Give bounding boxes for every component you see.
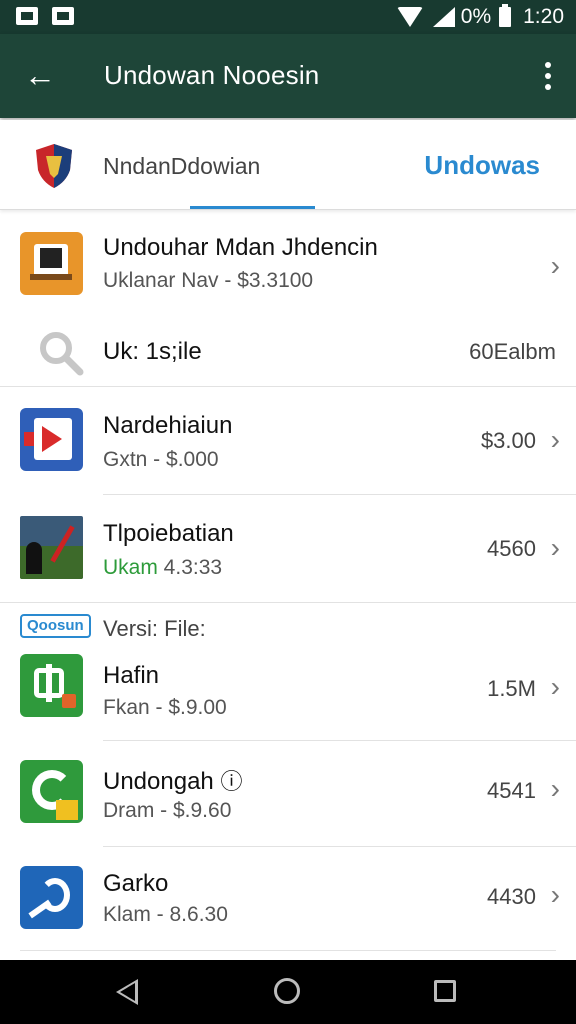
item-title: Tlpoiebatian (103, 520, 234, 547)
list-item[interactable]: Garko Klam - 8.6.30 4430 › (0, 848, 576, 952)
landscape-photo-icon (20, 516, 83, 579)
tab-bar: NndanDdowian Undowas (0, 120, 576, 210)
video-app-icon (20, 408, 83, 471)
nav-back-icon[interactable] (116, 979, 138, 1005)
item-title: Garko (103, 870, 169, 897)
download-notification-icon (52, 7, 74, 25)
item-value: 1.5M (487, 676, 536, 701)
item-value: 4541 (487, 778, 536, 803)
chevron-right-icon: › (550, 532, 560, 563)
item-subtitle: Dram - $.9.60 (103, 799, 232, 822)
item-title-text: Undongah (103, 768, 214, 795)
tablet-app-icon (20, 232, 83, 295)
section-badge: Qoosun (20, 614, 91, 638)
search-value: 60Ealbm (469, 339, 556, 364)
nav-recents-icon[interactable] (434, 980, 456, 1002)
chevron-right-icon: › (550, 671, 560, 702)
divider (20, 950, 556, 951)
chevron-right-icon: › (550, 773, 560, 804)
page-title: Undowan Nooesin (104, 60, 320, 90)
search-row[interactable]: Uk: 1s;ile 60Ealbm (0, 316, 576, 386)
tab-undowas[interactable]: Undowas (424, 150, 540, 181)
list-item[interactable]: Nardehiaiun Gxtn - $.000 $3.00 › (0, 388, 576, 494)
item-subtitle: Fkan - $.9.00 (103, 696, 227, 719)
list-item[interactable]: Undongah ⓘ Dram - $.9.60 4541 › (0, 742, 576, 846)
item-subtitle: Gxtn - $.000 (103, 448, 219, 471)
back-arrow-icon[interactable]: ← (22, 58, 58, 94)
item-title: Hafin (103, 662, 160, 689)
chevron-right-icon: › (550, 879, 560, 910)
wifi-icon (396, 7, 423, 27)
green-c-app-icon (20, 760, 83, 823)
image-notification-icon (16, 7, 38, 25)
blue-app-icon (20, 866, 83, 929)
section-header: Qoosun Versi: File: (0, 604, 576, 644)
featured-row[interactable]: Undouhar Mdan Jhdencin Uklanar Nav - $3.… (0, 212, 576, 316)
tab-indicator (190, 206, 315, 209)
shield-icon (36, 144, 72, 188)
divider (0, 386, 576, 387)
chevron-right-icon: › (550, 250, 560, 281)
system-nav-bar (0, 960, 576, 1024)
item-value: 4430 (487, 884, 536, 909)
item-subtitle: Klam - 8.6.30 (103, 903, 228, 926)
tab-downloads[interactable]: NndanDdowian (103, 153, 260, 180)
divider (103, 846, 576, 847)
nav-home-icon[interactable] (274, 978, 300, 1004)
list-item[interactable]: Tlpoiebatian Ukam 4.3:33 4560 › (0, 496, 576, 602)
item-subtitle: Ukam 4.3:33 (103, 556, 222, 580)
item-value: $3.00 (480, 428, 536, 453)
app-bar: ← Undowan Nooesin (0, 34, 576, 118)
item-subtitle-prefix: Ukam (103, 556, 158, 579)
clock: 1:20 (523, 5, 564, 28)
section-label: Versi: File: (103, 616, 206, 641)
divider (103, 740, 576, 741)
search-label: Uk: 1s;ile (103, 338, 202, 365)
list-item[interactable]: Hafin Fkan - $.9.00 1.5M › (0, 644, 576, 740)
featured-subtitle: Uklanar Nav - $3.3100 (103, 269, 314, 292)
divider (103, 494, 576, 495)
green-app-icon (20, 654, 83, 717)
item-value: 4560 (487, 536, 536, 561)
item-subtitle-rest: 4.3:33 (157, 556, 223, 579)
signal-icon (432, 7, 455, 27)
battery-percent: 0% (460, 5, 492, 28)
more-options-icon[interactable] (538, 60, 558, 92)
status-bar: 0% 1:20 (0, 0, 576, 34)
search-icon (40, 332, 84, 376)
item-title: Nardehiaiun (103, 412, 233, 439)
info-icon[interactable]: ⓘ (220, 769, 242, 794)
battery-icon (499, 4, 512, 27)
divider (0, 602, 576, 603)
featured-title: Undouhar Mdan Jhdencin (103, 234, 378, 261)
chevron-right-icon: › (550, 424, 560, 455)
item-title: Undongah ⓘ (103, 764, 242, 796)
